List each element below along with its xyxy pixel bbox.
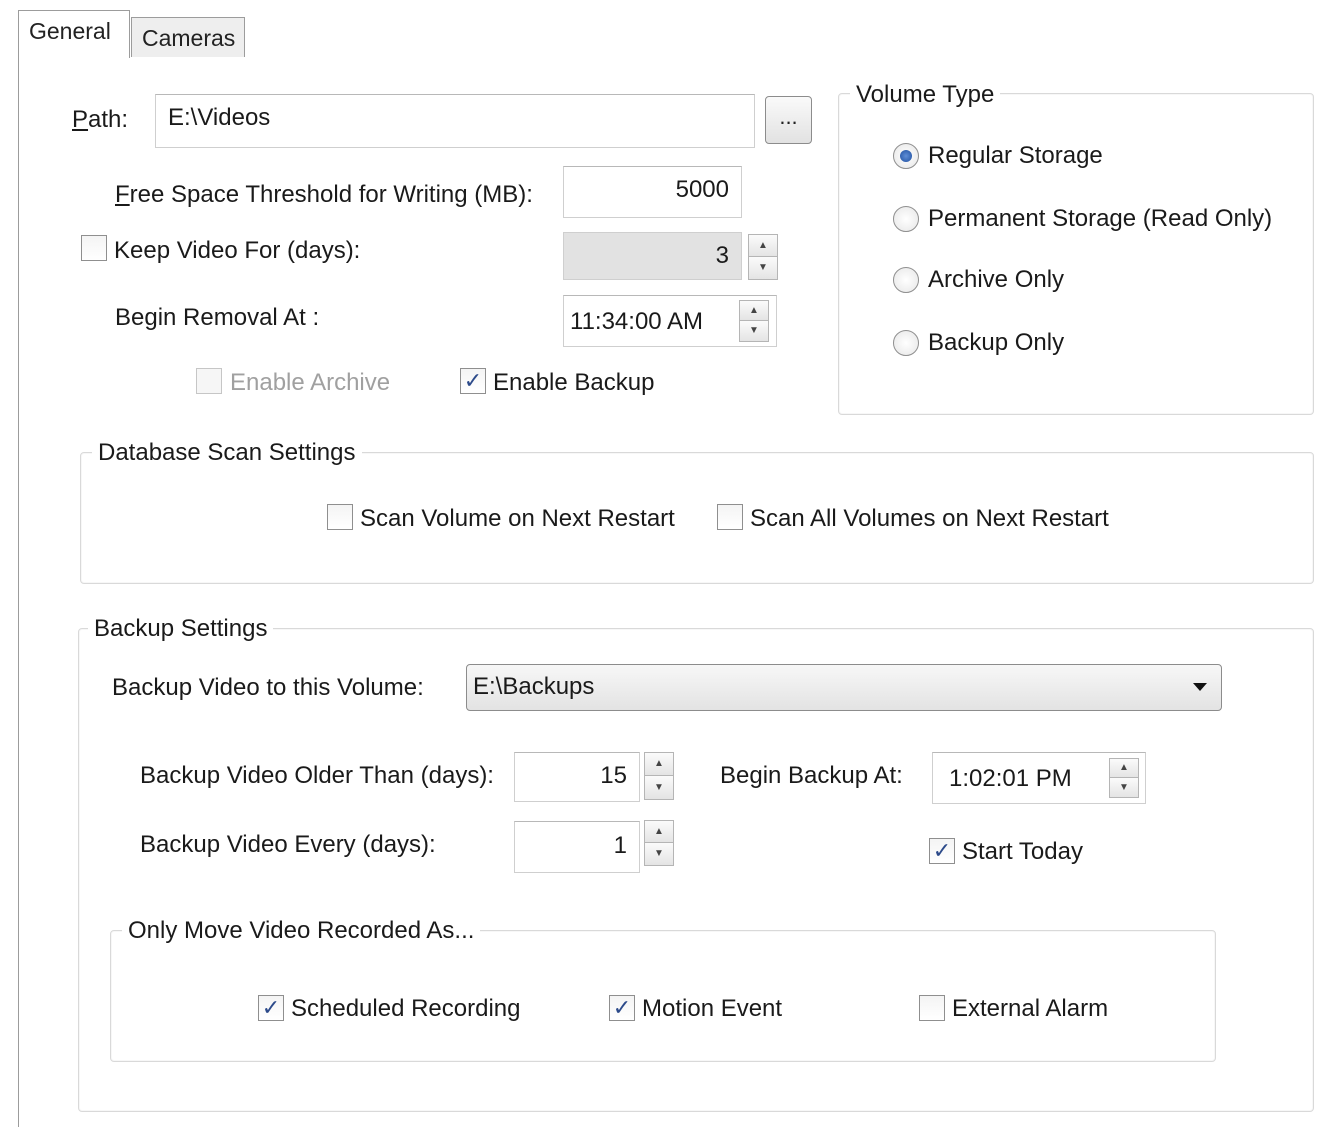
- free-space-input[interactable]: 5000: [563, 166, 742, 218]
- radio-backup-only-label: Backup Only: [928, 329, 1065, 356]
- radio-dot-icon: [900, 150, 912, 162]
- enable-archive-checkbox[interactable]: [196, 368, 222, 394]
- spin-up-icon[interactable]: ▲: [644, 752, 674, 776]
- spin-down-icon[interactable]: ▼: [644, 843, 674, 866]
- keep-video-label: Keep Video For (days):: [114, 237, 361, 264]
- backup-volume-dropdown[interactable]: E:\Backups: [466, 664, 1222, 711]
- start-today-checkbox[interactable]: ✓: [929, 838, 955, 864]
- path-label-rest: ath:: [88, 106, 129, 133]
- start-today-label: Start Today: [962, 838, 1083, 865]
- radio-backup-only[interactable]: [893, 330, 919, 356]
- motion-event-checkbox[interactable]: ✓: [609, 995, 635, 1021]
- scan-volume-label: Scan Volume on Next Restart: [360, 505, 675, 532]
- spin-up-icon[interactable]: ▲: [739, 300, 769, 321]
- backup-every-input[interactable]: 1: [514, 821, 640, 873]
- spin-down-icon[interactable]: ▼: [739, 321, 769, 342]
- backup-every-label: Backup Video Every (days):: [140, 831, 436, 858]
- spin-up-icon[interactable]: ▲: [644, 820, 674, 843]
- checkmark-icon: ✓: [612, 995, 632, 1020]
- radio-archive-only-label: Archive Only: [928, 266, 1065, 293]
- free-space-label: Free Space Threshold for Writing (MB):: [115, 181, 533, 208]
- backup-older-than-input[interactable]: 15: [514, 752, 640, 802]
- backup-settings-title: Backup Settings: [88, 615, 274, 643]
- checkmark-icon: ✓: [463, 368, 483, 393]
- browse-button[interactable]: ...: [765, 96, 812, 144]
- database-scan-group: [80, 452, 1314, 584]
- checkmark-icon: ✓: [932, 838, 952, 863]
- tab-general[interactable]: General: [18, 10, 130, 58]
- backup-volume-value: E:\Backups: [473, 673, 595, 700]
- spin-up-icon[interactable]: ▲: [1109, 758, 1139, 778]
- radio-regular-storage-label: Regular Storage: [928, 142, 1103, 169]
- enable-backup-checkbox[interactable]: ✓: [460, 368, 486, 394]
- begin-removal-label: Begin Removal At :: [115, 304, 320, 331]
- scheduled-recording-label: Scheduled Recording: [291, 995, 521, 1022]
- backup-older-than-spinner[interactable]: ▲ ▼: [644, 752, 674, 800]
- scan-all-volumes-checkbox[interactable]: [717, 504, 743, 530]
- checkmark-icon: ✓: [261, 995, 281, 1020]
- backup-volume-label: Backup Video to this Volume:: [112, 674, 424, 701]
- keep-video-days-input[interactable]: 3: [563, 232, 742, 280]
- external-alarm-label: External Alarm: [952, 995, 1109, 1022]
- spin-down-icon[interactable]: ▼: [748, 257, 778, 280]
- tab-cameras[interactable]: Cameras: [131, 17, 245, 59]
- scan-volume-checkbox[interactable]: [327, 504, 353, 530]
- only-move-title: Only Move Video Recorded As...: [122, 917, 481, 945]
- enable-archive-label: Enable Archive: [230, 369, 391, 396]
- volume-type-title: Volume Type: [850, 81, 1001, 109]
- radio-regular-storage[interactable]: [893, 143, 919, 169]
- path-label: Path:: [72, 106, 129, 133]
- keep-video-spinner[interactable]: ▲ ▼: [748, 234, 778, 280]
- spin-up-icon[interactable]: ▲: [748, 234, 778, 257]
- database-scan-title: Database Scan Settings: [92, 439, 362, 467]
- scheduled-recording-checkbox[interactable]: ✓: [258, 995, 284, 1021]
- radio-permanent-storage[interactable]: [893, 206, 919, 232]
- keep-video-checkbox[interactable]: [81, 235, 107, 261]
- backup-every-spinner[interactable]: ▲ ▼: [644, 820, 674, 866]
- motion-event-label: Motion Event: [642, 995, 783, 1022]
- scan-all-volumes-label: Scan All Volumes on Next Restart: [750, 505, 1109, 532]
- begin-backup-label: Begin Backup At:: [720, 762, 903, 789]
- spin-down-icon[interactable]: ▼: [644, 776, 674, 800]
- enable-backup-label: Enable Backup: [493, 369, 655, 396]
- backup-older-than-label: Backup Video Older Than (days):: [140, 762, 494, 789]
- free-space-label-rest: ree Space Threshold for Writing (MB):: [129, 181, 533, 208]
- begin-backup-spinner[interactable]: ▲ ▼: [1109, 758, 1139, 798]
- spin-down-icon[interactable]: ▼: [1109, 778, 1139, 798]
- dropdown-arrow-icon[interactable]: [1193, 683, 1207, 691]
- begin-removal-spinner[interactable]: ▲ ▼: [739, 300, 769, 342]
- path-input[interactable]: E:\Videos: [155, 94, 755, 148]
- radio-permanent-storage-label: Permanent Storage (Read Only): [928, 205, 1273, 232]
- radio-archive-only[interactable]: [893, 267, 919, 293]
- external-alarm-checkbox[interactable]: [919, 995, 945, 1021]
